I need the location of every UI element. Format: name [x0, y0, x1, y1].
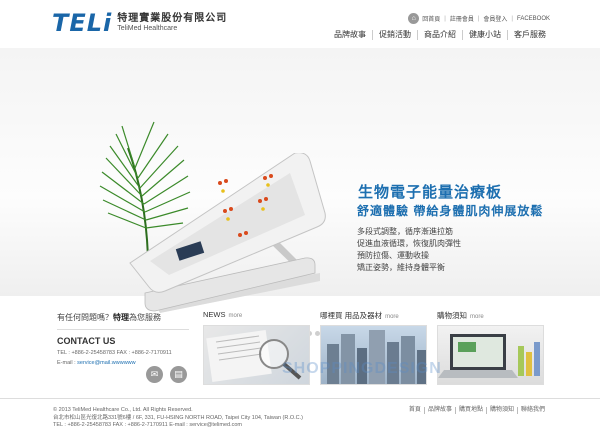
separator: |	[477, 15, 480, 22]
card-title: NEWS more	[203, 310, 243, 319]
copyright-text: © 2013 TeliMed Healthcare Co., Ltd. All …	[53, 407, 193, 413]
more-link[interactable]: more	[470, 314, 484, 320]
banner-subheadline: 舒適體驗 帶給身體肌肉伸展放鬆	[357, 204, 544, 218]
company-name-en: TeliMed Healthcare	[117, 25, 178, 32]
logo-text: 特理實業股份有限公司 TeliMed Healthcare	[117, 13, 227, 33]
footer-link-home[interactable]: 首頁	[406, 407, 424, 414]
nav-health[interactable]: 健康小站	[462, 30, 507, 40]
footer-link-contact[interactable]: 聯絡我們	[516, 407, 548, 414]
top-link-facebook[interactable]: FACEBOOK	[517, 16, 550, 22]
main-nav: 品牌故事 促銷活動 商品介紹 健康小站 客戶服務	[328, 30, 552, 40]
separator: |	[444, 15, 446, 22]
feature-item: 預防拉傷、運動收操	[357, 251, 429, 260]
laptop-graphic	[438, 334, 540, 378]
logo[interactable]: TELi 特理實業股份有限公司 TeliMed Healthcare	[52, 9, 227, 37]
top-links: ⌂ 回首頁 | 註冊會員 | 會員登入 | FACEBOOK	[408, 13, 550, 24]
footer-links: 首頁 品牌故事 購買地點 購物須知 聯絡我們	[406, 407, 548, 414]
top-link-home[interactable]: 回首頁	[422, 14, 440, 23]
banner-headline: 生物電子能量治療板	[358, 184, 503, 201]
hero-banner[interactable]: 生物電子能量治療板 舒適體驗 帶給身體肌肉伸展放鬆 多段式調整，循序漸進拉筋 促…	[0, 48, 600, 336]
nav-customer-service[interactable]: 客戶服務	[507, 30, 552, 40]
contact-phone-fax: TEL : +886-2-25458783 FAX : +886-2-71709…	[57, 350, 172, 356]
separator: |	[511, 15, 513, 22]
feature-item: 矯正姿勢，維持身體平衡	[357, 263, 445, 272]
more-link[interactable]: more	[385, 314, 399, 320]
document-icon[interactable]: ▤	[170, 366, 187, 383]
home-icon[interactable]: ⌂	[408, 13, 420, 24]
feature-list: 多段式調整，循序漸進拉筋 促進血液循環，恢復肌肉彈性 預防拉傷、運動收操 矯正姿…	[357, 226, 461, 274]
card-shopping-info[interactable]: 購物須知 more	[437, 310, 544, 385]
top-link-login[interactable]: 會員登入	[483, 14, 507, 23]
footer-contact-text: TEL : +886-2-25458783 FAX : +886-2-71709…	[53, 422, 243, 428]
nav-promotions[interactable]: 促銷活動	[372, 30, 417, 40]
feature-item: 多段式調整，循序漸進拉筋	[357, 227, 453, 236]
therapy-board-image	[129, 153, 326, 313]
contact-email-line: E-mail : service@mail.wwwwww	[57, 360, 136, 366]
divider	[57, 329, 189, 330]
card-title: 購物須知 more	[437, 311, 484, 320]
site-header: TELi 特理實業股份有限公司 TeliMed Healthcare ⌂ 回首頁…	[0, 0, 600, 48]
contact-heading: CONTACT US	[57, 336, 116, 346]
contact-email-link[interactable]: service@mail.wwwwww	[77, 360, 135, 366]
service-question: 有任何問題嗎？特理為您服務	[57, 313, 161, 322]
company-name-cn: 特理實業股份有限公司	[117, 13, 228, 24]
watermark: SHOPPINGDESIGN	[282, 360, 442, 377]
footer-info: © 2013 TeliMed Healthcare Co., Ltd. All …	[53, 407, 303, 430]
footer-link-shopping-info[interactable]: 購物須知	[485, 407, 517, 414]
laptop-image[interactable]	[437, 325, 544, 385]
address-text: 台北市松山區光復北路331號6樓 / 6F, 331, FU-HSING NOR…	[53, 414, 304, 421]
site-footer: © 2013 TeliMed Healthcare Co., Ltd. All …	[0, 398, 600, 439]
top-link-register[interactable]: 註冊會員	[450, 14, 474, 23]
nav-brand-story[interactable]: 品牌故事	[328, 30, 372, 40]
footer-link-where-to-buy[interactable]: 購買地點	[454, 407, 486, 414]
more-link[interactable]: more	[229, 313, 243, 319]
mail-icon[interactable]: ✉	[146, 366, 163, 383]
footer-link-brand-story[interactable]: 品牌故事	[423, 407, 455, 414]
feature-item: 促進血液循環，恢復肌肉彈性	[357, 239, 461, 248]
card-title: 哪裡買 用品及器材 more	[320, 311, 399, 320]
contact-section: 有任何問題嗎？特理為您服務 CONTACT US TEL : +886-2-25…	[57, 312, 197, 366]
nav-products[interactable]: 商品介紹	[417, 30, 462, 40]
logo-mark: TELi	[52, 9, 113, 37]
